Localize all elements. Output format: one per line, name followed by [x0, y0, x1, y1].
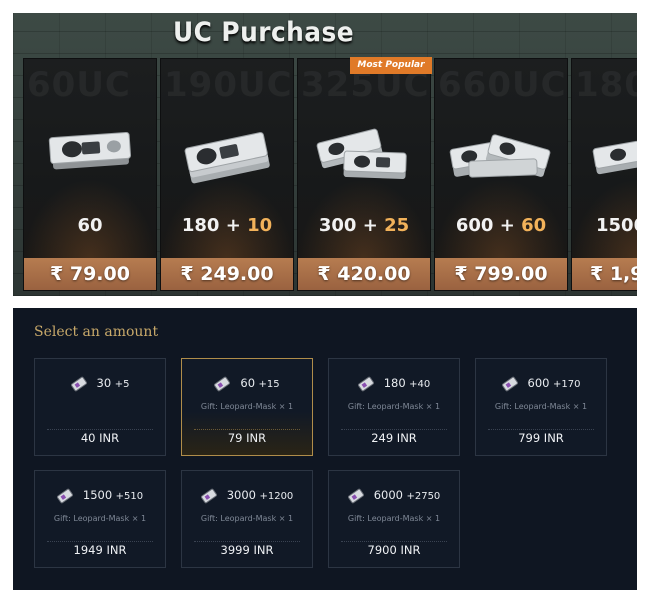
option-uc-amount: 600 +170 — [476, 376, 606, 392]
amount-base: 60 — [77, 215, 103, 236]
option-gift: Gift: Leopard-Mask × 1 — [200, 514, 294, 523]
option-uc-amount: 30 +5 — [35, 376, 165, 392]
option-base: 600 — [527, 376, 550, 390]
option-gift: Gift: Leopard-Mask × 1 — [494, 402, 588, 411]
option-price: 7900 INR — [367, 543, 421, 557]
option-bonus: +40 — [409, 379, 431, 390]
option-bonus: +15 — [258, 379, 280, 390]
uc-card-60[interactable]: 60UC 60 ₹ 79.00 — [23, 58, 157, 291]
most-popular-badge: Most Popular — [350, 57, 432, 74]
option-bonus: +5 — [114, 379, 130, 390]
option-bonus: +1200 — [259, 491, 294, 502]
option-price: 40 INR — [80, 431, 120, 445]
option-price: 79 INR — [227, 431, 267, 445]
option-gift: Gift: Leopard-Mask × 1 — [347, 514, 441, 523]
uc-ticket-icon — [214, 376, 231, 392]
option-uc-amount: 3000 +1200 — [182, 488, 312, 504]
amount-base: 600 — [455, 215, 494, 236]
card-price: ₹ 1,9 — [572, 258, 637, 290]
option-base: 60 — [240, 376, 256, 390]
amount-option-1500[interactable]: 1500 +510 Gift: Leopard-Mask × 1 1949 IN… — [34, 470, 166, 568]
select-amount-heading: Select an amount — [34, 324, 159, 340]
option-bonus: +2750 — [406, 491, 441, 502]
panel-title: UC Purchase — [173, 17, 355, 48]
amount-bonus: 60 — [521, 215, 547, 236]
amount-plus: + — [499, 215, 515, 236]
option-uc-amount: 6000 +2750 — [329, 488, 459, 504]
uc-card-300[interactable]: 325UC 300 + 25 ₹ 420.00 — [297, 58, 431, 291]
option-divider — [194, 541, 300, 542]
amount-option-6000[interactable]: 6000 +2750 Gift: Leopard-Mask × 1 7900 I… — [328, 470, 460, 568]
amount-selector-panel: Select an amount 30 +5 40 INR 60 +15 Gif… — [13, 308, 637, 590]
option-base: 30 — [96, 376, 112, 390]
amount-option-180[interactable]: 180 +40 Gift: Leopard-Mask × 1 249 INR — [328, 358, 460, 456]
option-gift: Gift: Leopard-Mask × 1 — [200, 402, 294, 411]
uc-purchase-panel: UC Purchase 60UC 60 ₹ 79.00 190UC 180 + … — [13, 13, 637, 296]
option-uc-amount: 1500 +510 — [35, 488, 165, 504]
option-price: 3999 INR — [220, 543, 274, 557]
amount-option-600[interactable]: 600 +170 Gift: Leopard-Mask × 1 799 INR — [475, 358, 607, 456]
amount-option-30[interactable]: 30 +5 40 INR — [34, 358, 166, 456]
card-amount: 600 + 60 — [435, 215, 567, 236]
option-divider — [194, 429, 300, 430]
uc-ticket-icon — [347, 488, 364, 504]
card-amount: 1500 — [596, 215, 637, 236]
card-amount: 60 — [24, 215, 156, 236]
option-divider — [488, 429, 594, 430]
amount-base: 300 — [318, 215, 357, 236]
uc-ticket-icon — [70, 376, 87, 392]
card-price: ₹ 799.00 — [435, 258, 567, 290]
uc-ticket-icon — [357, 376, 374, 392]
option-uc-amount: 180 +40 — [329, 376, 459, 392]
card-ghost-label: 180 — [575, 65, 637, 105]
option-price: 1949 INR — [73, 543, 127, 557]
amount-base: 1500 — [596, 215, 637, 236]
option-base: 6000 — [373, 488, 403, 502]
option-base: 180 — [383, 376, 406, 390]
amount-option-60[interactable]: 60 +15 Gift: Leopard-Mask × 1 79 INR — [181, 358, 313, 456]
uc-card-600[interactable]: 660UC 600 + 60 ₹ 799.00 — [434, 58, 568, 291]
card-amount: 180 + 10 — [161, 215, 293, 236]
amount-plus: + — [362, 215, 378, 236]
card-price: ₹ 249.00 — [161, 258, 293, 290]
option-bonus: +510 — [115, 491, 144, 502]
option-price: 799 INR — [518, 431, 564, 445]
option-gift: Gift: Leopard-Mask × 1 — [53, 514, 147, 523]
option-base: 1500 — [82, 488, 113, 502]
uc-banknote-stack-icon — [184, 132, 270, 184]
uc-banknote-heap-icon — [449, 134, 551, 178]
option-divider — [341, 429, 447, 430]
uc-banknote-heap-icon — [592, 139, 637, 175]
uc-banknote-pile-icon — [316, 128, 407, 180]
card-ghost-label: 190UC — [164, 65, 293, 105]
option-price: 249 INR — [371, 431, 417, 445]
card-amount: 300 + 25 — [298, 215, 430, 236]
card-ghost-label: 660UC — [438, 65, 567, 105]
option-gift: Gift: Leopard-Mask × 1 — [347, 402, 441, 411]
uc-banknote-icon — [48, 131, 132, 170]
option-divider — [341, 541, 447, 542]
uc-ticket-icon — [200, 488, 217, 504]
amount-bonus: 25 — [384, 215, 410, 236]
card-price: ₹ 420.00 — [298, 258, 430, 290]
option-base: 3000 — [226, 488, 256, 502]
amount-base: 180 — [181, 215, 220, 236]
amount-option-3000[interactable]: 3000 +1200 Gift: Leopard-Mask × 1 3999 I… — [181, 470, 313, 568]
uc-card-1500[interactable]: 180 1500 ₹ 1,9 — [571, 58, 637, 291]
uc-ticket-icon — [56, 488, 73, 504]
uc-card-180[interactable]: 190UC 180 + 10 ₹ 249.00 — [160, 58, 294, 291]
card-ghost-label: 60UC — [27, 65, 131, 105]
option-uc-amount: 60 +15 — [182, 376, 312, 392]
amount-plus: + — [225, 215, 241, 236]
option-bonus: +170 — [552, 379, 581, 390]
option-divider — [47, 429, 153, 430]
option-divider — [47, 541, 153, 542]
uc-ticket-icon — [501, 376, 518, 392]
card-price: ₹ 79.00 — [24, 258, 156, 290]
amount-bonus: 10 — [247, 215, 273, 236]
